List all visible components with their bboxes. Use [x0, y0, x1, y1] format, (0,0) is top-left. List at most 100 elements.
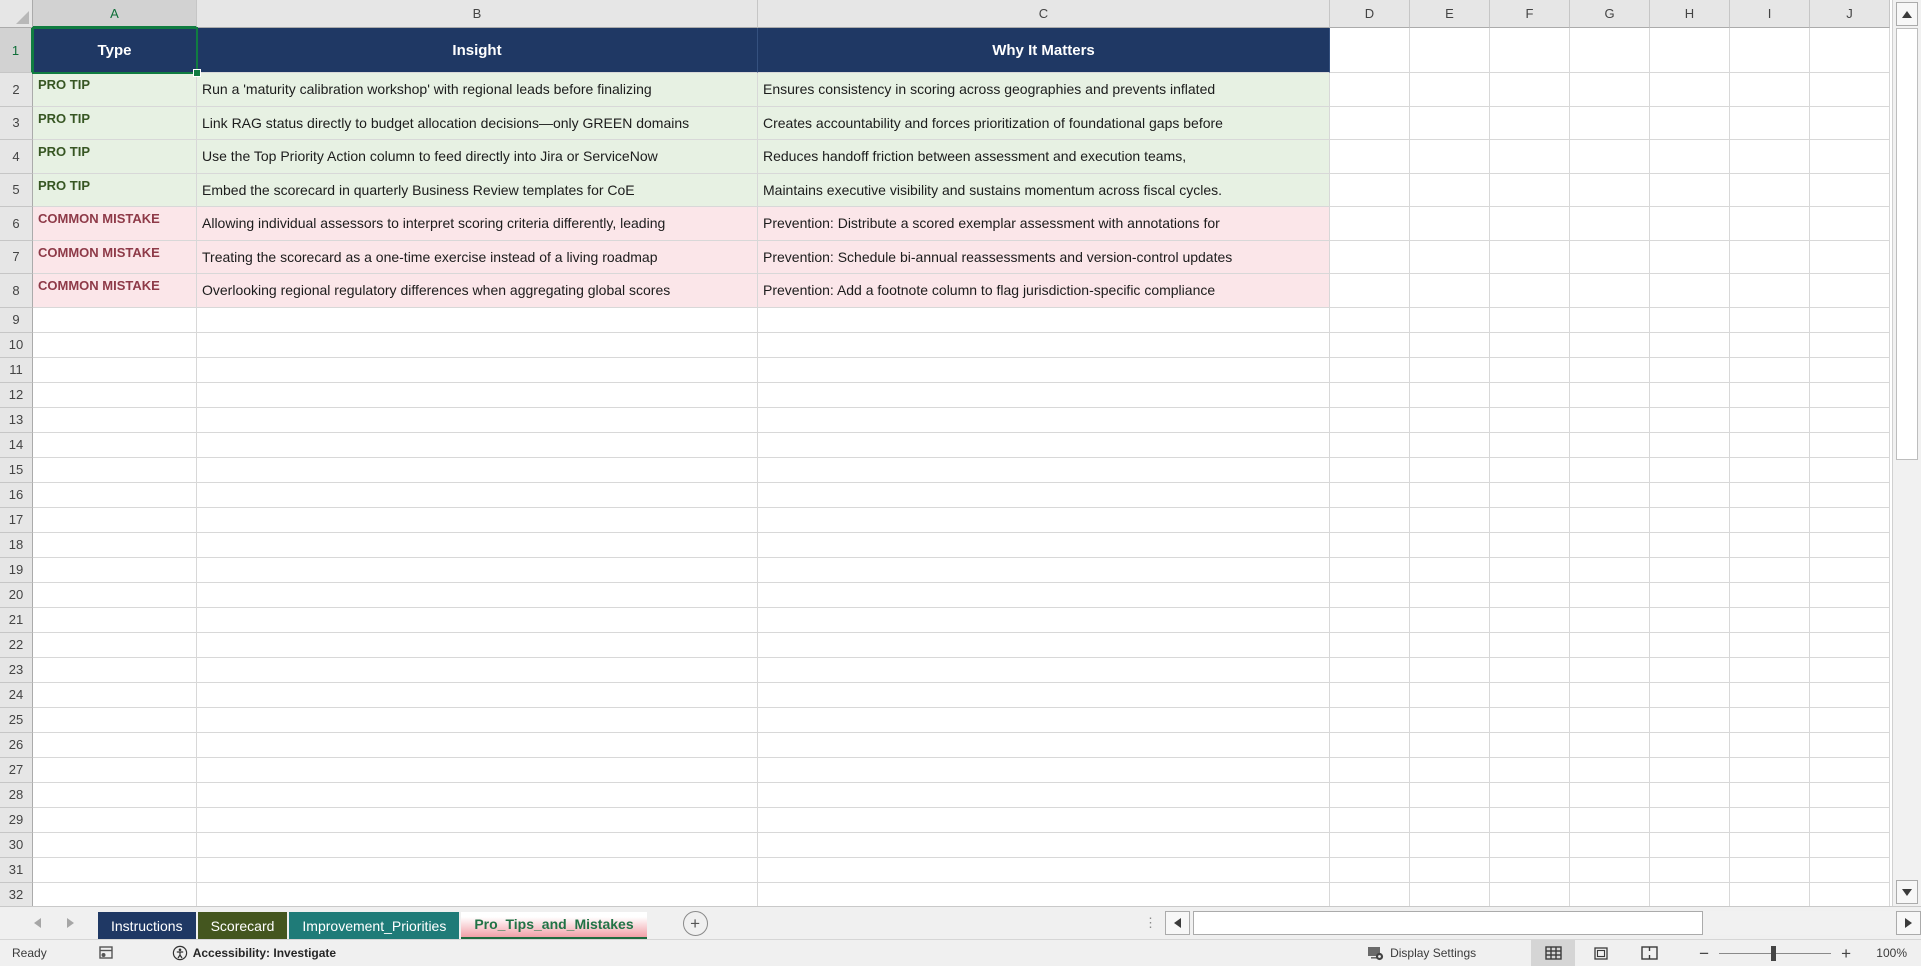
cell-G28[interactable]	[1570, 782, 1650, 808]
cell-B4[interactable]: Use the Top Priority Action column to fe…	[197, 140, 758, 174]
cell-D32[interactable]	[1330, 882, 1410, 906]
cell-G32[interactable]	[1570, 882, 1650, 906]
cell-A28[interactable]	[33, 782, 197, 808]
cell-G1[interactable]	[1570, 28, 1650, 73]
cell-A18[interactable]	[33, 532, 197, 558]
cell-G27[interactable]	[1570, 757, 1650, 783]
row-header-3[interactable]: 3	[0, 106, 33, 140]
cell-A29[interactable]	[33, 807, 197, 833]
cell-H25[interactable]	[1650, 707, 1730, 733]
cell-F26[interactable]	[1490, 732, 1570, 758]
cell-C4[interactable]: Reduces handoff friction between assessm…	[758, 140, 1330, 174]
cell-A31[interactable]	[33, 857, 197, 883]
cell-G6[interactable]	[1570, 207, 1650, 241]
cell-C11[interactable]	[758, 357, 1330, 383]
cell-A11[interactable]	[33, 357, 197, 383]
cell-F2[interactable]	[1490, 73, 1570, 107]
cell-I24[interactable]	[1730, 682, 1810, 708]
column-header-H[interactable]: H	[1650, 0, 1730, 28]
cell-F15[interactable]	[1490, 457, 1570, 483]
cell-A3[interactable]: PRO TIP	[33, 106, 197, 140]
cell-H27[interactable]	[1650, 757, 1730, 783]
cell-C17[interactable]	[758, 507, 1330, 533]
sheet-tab-improvement_priorities[interactable]: Improvement_Priorities	[289, 911, 460, 940]
cell-C19[interactable]	[758, 557, 1330, 583]
cell-I31[interactable]	[1730, 857, 1810, 883]
cell-E5[interactable]	[1410, 173, 1490, 207]
cell-A21[interactable]	[33, 607, 197, 633]
cell-I26[interactable]	[1730, 732, 1810, 758]
cell-F9[interactable]	[1490, 307, 1570, 333]
cell-J22[interactable]	[1810, 632, 1890, 658]
cell-C16[interactable]	[758, 482, 1330, 508]
cell-J10[interactable]	[1810, 332, 1890, 358]
row-header-8[interactable]: 8	[0, 274, 33, 308]
cell-F20[interactable]	[1490, 582, 1570, 608]
cell-D30[interactable]	[1330, 832, 1410, 858]
row-header-14[interactable]: 14	[0, 432, 33, 458]
row-header-6[interactable]: 6	[0, 207, 33, 241]
cell-C32[interactable]	[758, 882, 1330, 906]
cell-D6[interactable]	[1330, 207, 1410, 241]
cell-B20[interactable]	[197, 582, 758, 608]
cell-B21[interactable]	[197, 607, 758, 633]
cell-G31[interactable]	[1570, 857, 1650, 883]
cell-E25[interactable]	[1410, 707, 1490, 733]
cell-B11[interactable]	[197, 357, 758, 383]
row-header-13[interactable]: 13	[0, 407, 33, 433]
cell-F23[interactable]	[1490, 657, 1570, 683]
cell-G8[interactable]	[1570, 274, 1650, 308]
cell-A22[interactable]	[33, 632, 197, 658]
accessibility-status[interactable]: Accessibility: Investigate	[172, 945, 336, 961]
cell-B7[interactable]: Treating the scorecard as a one-time exe…	[197, 240, 758, 274]
cell-F4[interactable]	[1490, 140, 1570, 174]
cell-B23[interactable]	[197, 657, 758, 683]
cell-H26[interactable]	[1650, 732, 1730, 758]
cell-E3[interactable]	[1410, 106, 1490, 140]
cell-E21[interactable]	[1410, 607, 1490, 633]
cell-A2[interactable]: PRO TIP	[33, 73, 197, 107]
column-header-E[interactable]: E	[1410, 0, 1490, 28]
cell-J31[interactable]	[1810, 857, 1890, 883]
cell-C15[interactable]	[758, 457, 1330, 483]
cell-G14[interactable]	[1570, 432, 1650, 458]
cell-H12[interactable]	[1650, 382, 1730, 408]
cell-A1[interactable]: Type	[33, 28, 197, 73]
row-header-1[interactable]: 1	[0, 28, 33, 73]
cell-G2[interactable]	[1570, 73, 1650, 107]
cell-D23[interactable]	[1330, 657, 1410, 683]
cell-F17[interactable]	[1490, 507, 1570, 533]
cell-I17[interactable]	[1730, 507, 1810, 533]
cell-E29[interactable]	[1410, 807, 1490, 833]
zoom-level[interactable]: 100%	[1861, 946, 1907, 960]
cell-E23[interactable]	[1410, 657, 1490, 683]
cell-E6[interactable]	[1410, 207, 1490, 241]
cell-D16[interactable]	[1330, 482, 1410, 508]
cell-H24[interactable]	[1650, 682, 1730, 708]
cell-G17[interactable]	[1570, 507, 1650, 533]
cell-C1[interactable]: Why It Matters	[758, 28, 1330, 73]
cell-J26[interactable]	[1810, 732, 1890, 758]
cell-E1[interactable]	[1410, 28, 1490, 73]
cell-A13[interactable]	[33, 407, 197, 433]
cell-B28[interactable]	[197, 782, 758, 808]
cell-G30[interactable]	[1570, 832, 1650, 858]
cell-F28[interactable]	[1490, 782, 1570, 808]
cell-D3[interactable]	[1330, 106, 1410, 140]
cell-J14[interactable]	[1810, 432, 1890, 458]
page-break-preview-button[interactable]	[1627, 940, 1671, 966]
cell-B12[interactable]	[197, 382, 758, 408]
row-header-11[interactable]: 11	[0, 357, 33, 383]
cell-J2[interactable]	[1810, 73, 1890, 107]
row-header-31[interactable]: 31	[0, 857, 33, 883]
cell-B3[interactable]: Link RAG status directly to budget alloc…	[197, 106, 758, 140]
cell-C30[interactable]	[758, 832, 1330, 858]
cell-I25[interactable]	[1730, 707, 1810, 733]
cell-I20[interactable]	[1730, 582, 1810, 608]
vertical-scrollbar-thumb[interactable]	[1896, 28, 1918, 460]
cell-G5[interactable]	[1570, 173, 1650, 207]
cell-E9[interactable]	[1410, 307, 1490, 333]
cell-I22[interactable]	[1730, 632, 1810, 658]
cell-J5[interactable]	[1810, 173, 1890, 207]
cell-F22[interactable]	[1490, 632, 1570, 658]
